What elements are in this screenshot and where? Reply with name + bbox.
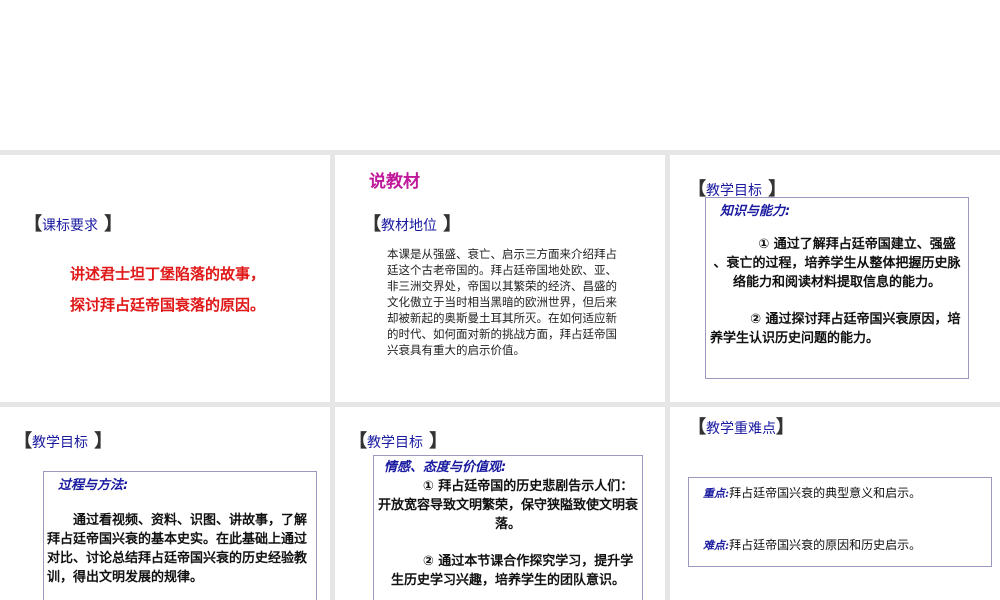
key-points-box: 重点:拜占廷帝国兴衰的典型意义和启示。 难点:拜占廷帝国兴衰的原因和历史启示。 — [688, 477, 992, 567]
box-subtitle: 情感、态度与价值观: — [384, 460, 507, 475]
slide-2[interactable]: 说教材 【教材地位 】 本课是从强盛、衰亡、启示三方面来介绍拜占廷这个古老帝国的… — [335, 155, 665, 402]
slide-title: 说教材 — [369, 172, 420, 192]
objectives-box: 过程与方法: 通过看视频、资料、识图、讲故事，了解拜占廷帝国兴衰的基本史实。在此… — [43, 471, 317, 600]
slide-heading: 【课标要求 】 — [24, 214, 123, 235]
difficulty-text: 拜占廷帝国兴衰的原因和历史启示。 — [729, 538, 922, 552]
slide-heading: 【教学重难点】 — [688, 417, 794, 438]
slide-1[interactable]: 【课标要求 】 讲述君士坦丁堡陷落的故事， 探讨拜占廷帝国衰落的原因。 — [0, 155, 330, 402]
difficulty-label: 难点: — [703, 539, 730, 552]
objective-2: ② 通过探讨拜占廷帝国兴衰原因，培养学生认识历史问题的能力。 — [710, 312, 961, 346]
requirement-text: 讲述君士坦丁堡陷落的故事， 探讨拜占廷帝国衰落的原因。 — [70, 265, 266, 314]
slide-sorter: 【课标要求 】 讲述君士坦丁堡陷落的故事， 探讨拜占廷帝国衰落的原因。 说教材 【… — [0, 150, 1000, 600]
objectives-box: 知识与能力: ① 通过了解拜占廷帝国建立、强盛 、衰亡的过程，培养学生从整体把握… — [705, 197, 969, 379]
key-text: 拜占廷帝国兴衰的典型意义和启示。 — [729, 486, 922, 500]
slide-body: 本课是从强盛、衰亡、启示三方面来介绍拜占廷这个古老帝国的。拜占廷帝国地处欧、亚、… — [387, 247, 617, 357]
slide-3[interactable]: 【教学目标 】 知识与能力: ① 通过了解拜占廷帝国建立、强盛 、衰亡的过程，培… — [670, 155, 1000, 402]
objective-1: 通过看视频、资料、识图、讲故事，了解拜占廷帝国兴衰的基本史实。在此基础上通过对比… — [47, 513, 308, 585]
slide-heading: 【教学目标 】 — [14, 431, 113, 452]
objective-2: ② 通过本节课合作探究学习，提升学生历史学习兴趣，培养学生的团队意识。 — [390, 554, 634, 588]
slide-5[interactable]: 【教学目标 】 情感、态度与价值观: ① 拜占廷帝国的历史悲剧告示人们：开放宽容… — [335, 407, 665, 600]
slide-6[interactable]: 【教学重难点】 重点:拜占廷帝国兴衰的典型意义和启示。 难点:拜占廷帝国兴衰的原… — [670, 407, 1000, 600]
blank-area — [0, 0, 1000, 150]
box-subtitle: 过程与方法: — [58, 478, 129, 493]
objective-1: ① 通过了解拜占廷帝国建立、强盛 、衰亡的过程，培养学生从整体把握历史脉络能力和… — [713, 237, 961, 290]
box-subtitle: 知识与能力: — [720, 204, 791, 219]
slide-heading: 【教学目标 】 — [349, 431, 448, 452]
slide-4[interactable]: 【教学目标 】 过程与方法: 通过看视频、资料、识图、讲故事，了解拜占廷帝国兴衰… — [0, 407, 330, 600]
slide-heading: 【教材地位 】 — [363, 214, 462, 235]
objectives-box: 情感、态度与价值观: ① 拜占廷帝国的历史悲剧告示人们：开放宽容导致文明繁荣，保… — [373, 455, 643, 600]
key-label: 重点: — [703, 487, 730, 500]
objective-1: ① 拜占廷帝国的历史悲剧告示人们：开放宽容导致文明繁荣，保守狭隘致使文明衰落。 — [377, 479, 638, 532]
